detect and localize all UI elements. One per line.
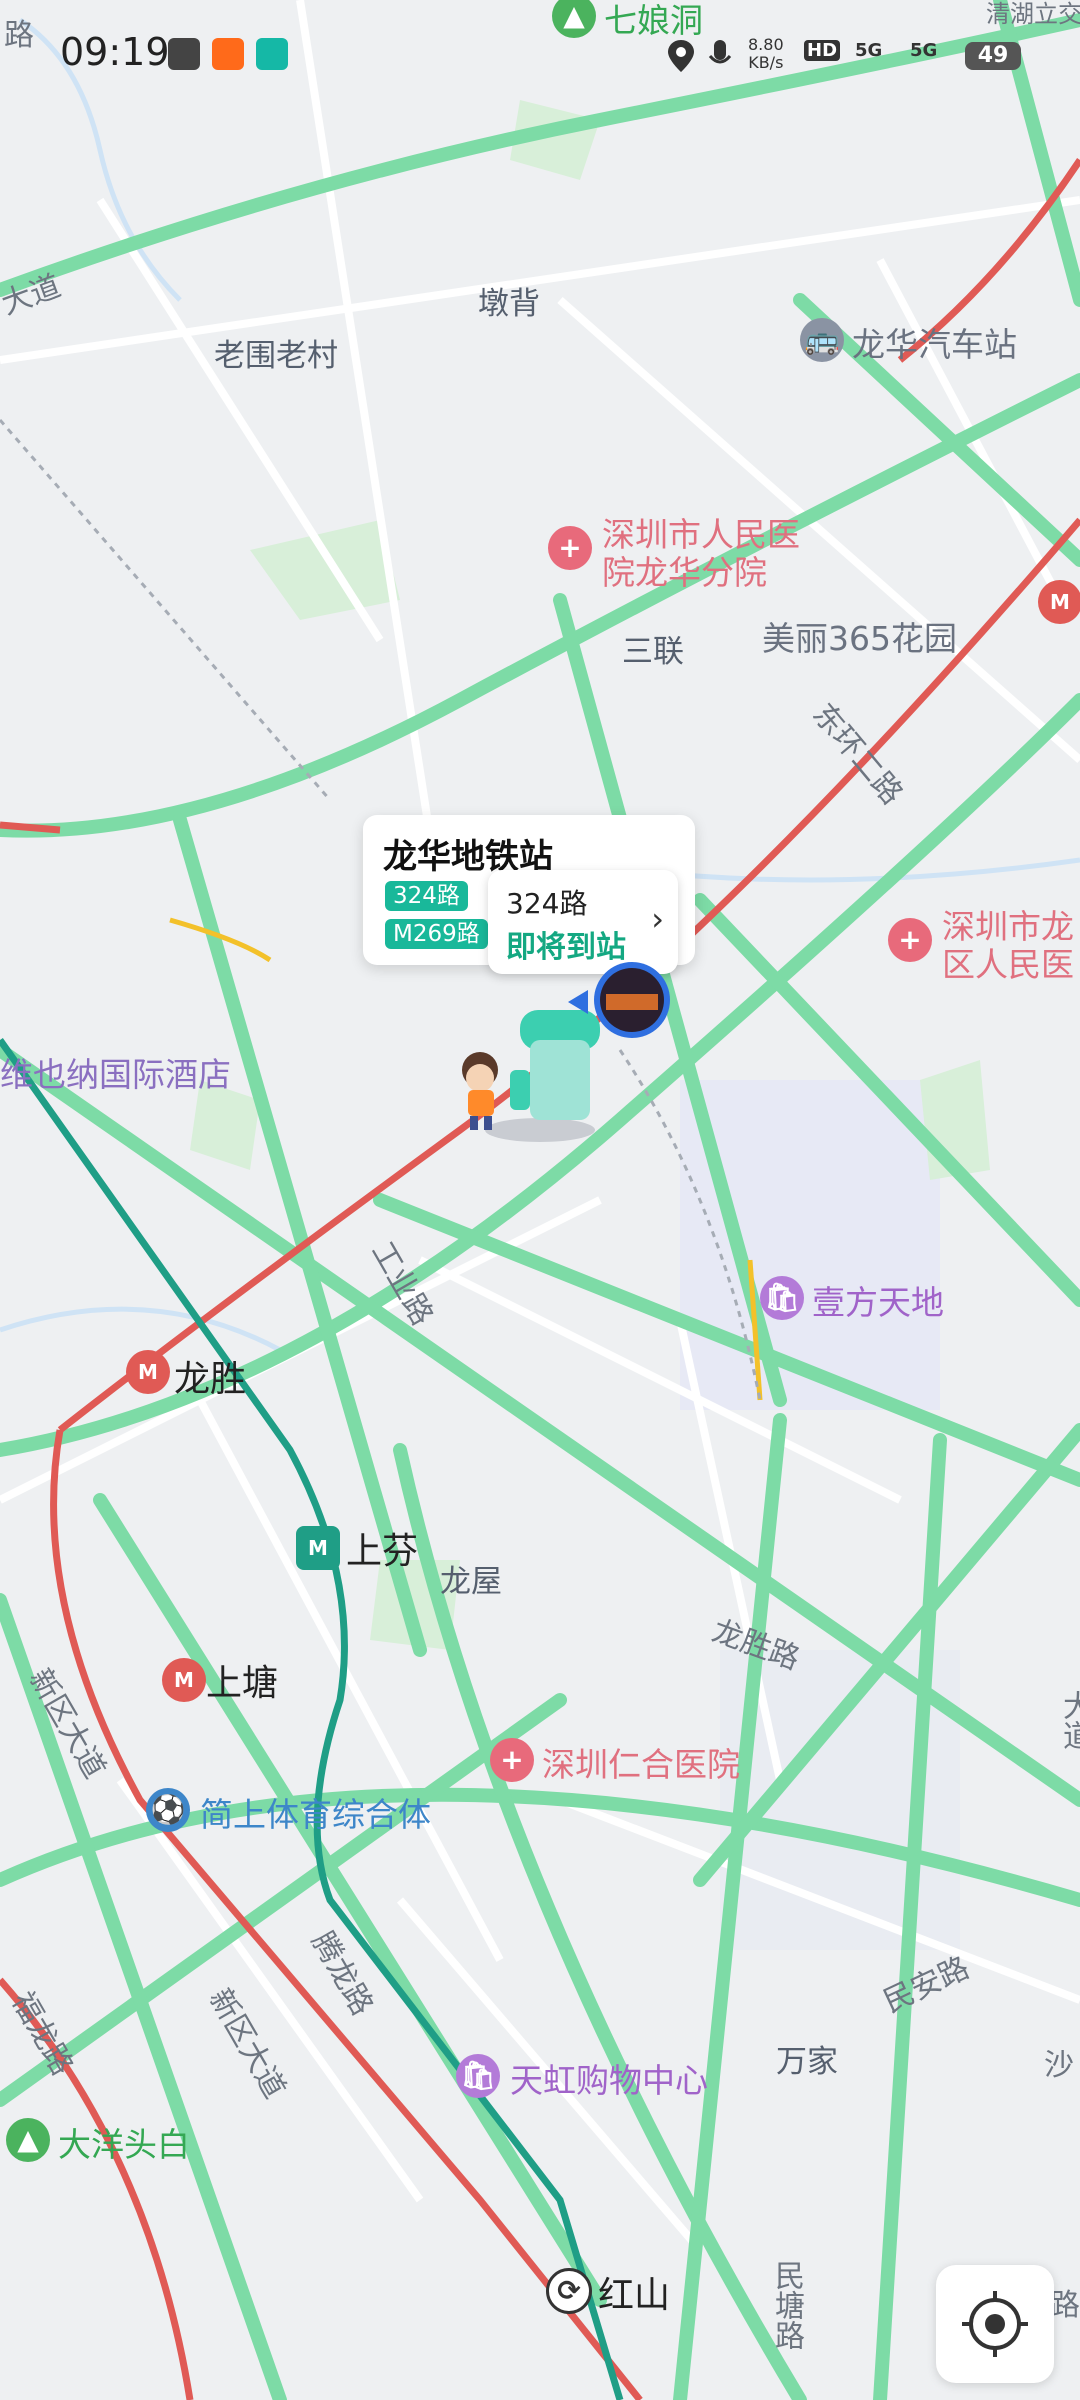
label-dunbei: 墩背: [478, 286, 540, 322]
metro-icon-longsheng: M: [126, 1350, 170, 1394]
hospital-icon-1: +: [548, 526, 592, 570]
status-bar: 09:19 8.80 KB/s HD 5G 5G 49: [0, 0, 1080, 110]
taobao-icon: [212, 38, 244, 70]
metro-icon-shangtang: M: [162, 1658, 206, 1702]
arrival-route: 324路: [506, 887, 588, 920]
arrival-photo-marker[interactable]: [568, 960, 676, 1040]
chevron-right-icon: ›: [651, 900, 664, 938]
station-shangtang[interactable]: 上塘: [206, 1654, 278, 1706]
arrival-card[interactable]: 324路 即将到站 ›: [488, 870, 678, 974]
poi-longhua-bus-station[interactable]: 龙华汽车站: [852, 318, 1017, 366]
network-speed-unit: KB/s: [748, 53, 784, 72]
microphone-icon: [708, 40, 732, 64]
location-icon: [668, 40, 694, 72]
signal-label-1: 5G: [855, 40, 883, 61]
route-chip-2[interactable]: M269路: [385, 919, 488, 949]
status-time: 09:19: [60, 30, 170, 74]
poi-dayangtoubai[interactable]: 大洋头白: [58, 2118, 190, 2166]
poi-district-hospital-line2[interactable]: 区人民医: [942, 938, 1074, 986]
message-icon: [168, 38, 200, 70]
sports-icon: ⚽: [146, 1788, 190, 1832]
poi-vienna-hotel[interactable]: 维也纳国际酒店: [0, 1048, 231, 1096]
label-road-top-left: 路: [4, 18, 34, 53]
metro-icon-edge: M: [1038, 580, 1080, 624]
poi-hospital-people-line2[interactable]: 院龙华分院: [602, 546, 767, 594]
station-shangfen[interactable]: 上芬: [346, 1522, 418, 1574]
hd-label: HD: [804, 40, 841, 61]
poi-yifang[interactable]: 壹方天地: [812, 1276, 944, 1324]
network-speed: 8.80 KB/s: [748, 36, 784, 72]
label-qinghu: 清湖立交: [986, 0, 1080, 28]
label-meili365: 美丽365花园: [762, 619, 957, 658]
crosshair-icon: [962, 2291, 1028, 2357]
transfer-icon-hongshan: ⟳: [546, 2268, 592, 2314]
label-longwu: 龙屋: [440, 1564, 502, 1600]
mall-icon-yifang: 🛍: [760, 1276, 804, 1320]
metro-icon-shangfen: M: [296, 1526, 340, 1570]
label-right-edge-2: 大道: [1057, 1690, 1080, 1750]
label-road-right-bottom: 路: [1050, 2288, 1080, 2323]
scenic-icon-2: ▲: [6, 2118, 50, 2162]
label-mintang-road: 民塘路: [769, 2260, 804, 2350]
hospital-icon-2: +: [888, 918, 932, 962]
battery-indicator: 49: [965, 42, 1021, 70]
station-hongshan[interactable]: 红山: [598, 2266, 670, 2318]
station-longsheng[interactable]: 龙胜: [174, 1350, 246, 1402]
hospital-icon-3: +: [490, 1738, 534, 1782]
poi-jianshang-sports[interactable]: 简上体育综合体: [200, 1788, 431, 1836]
label-wanjia: 万家: [776, 2044, 838, 2080]
boss-app-icon: [256, 38, 288, 70]
locate-button[interactable]: [936, 2265, 1054, 2383]
poi-renhe-hospital[interactable]: 深圳仁合医院: [542, 1738, 740, 1786]
label-laoweilaocun: 老围老村: [214, 338, 338, 374]
poi-tianhong[interactable]: 天虹购物中心: [510, 2054, 708, 2102]
signal-label-2: 5G: [910, 40, 938, 61]
bus-station-icon: 🚌: [800, 318, 844, 362]
label-sanlian: 三联: [622, 634, 684, 670]
label-right-edge-1: 沙: [1044, 2048, 1074, 2083]
network-speed-value: 8.80: [748, 35, 784, 54]
route-chip-1[interactable]: 324路: [385, 881, 468, 911]
mall-icon-tianhong: 🛍: [456, 2054, 500, 2098]
poi-qiniangdong[interactable]: 七娘洞: [604, 0, 703, 42]
